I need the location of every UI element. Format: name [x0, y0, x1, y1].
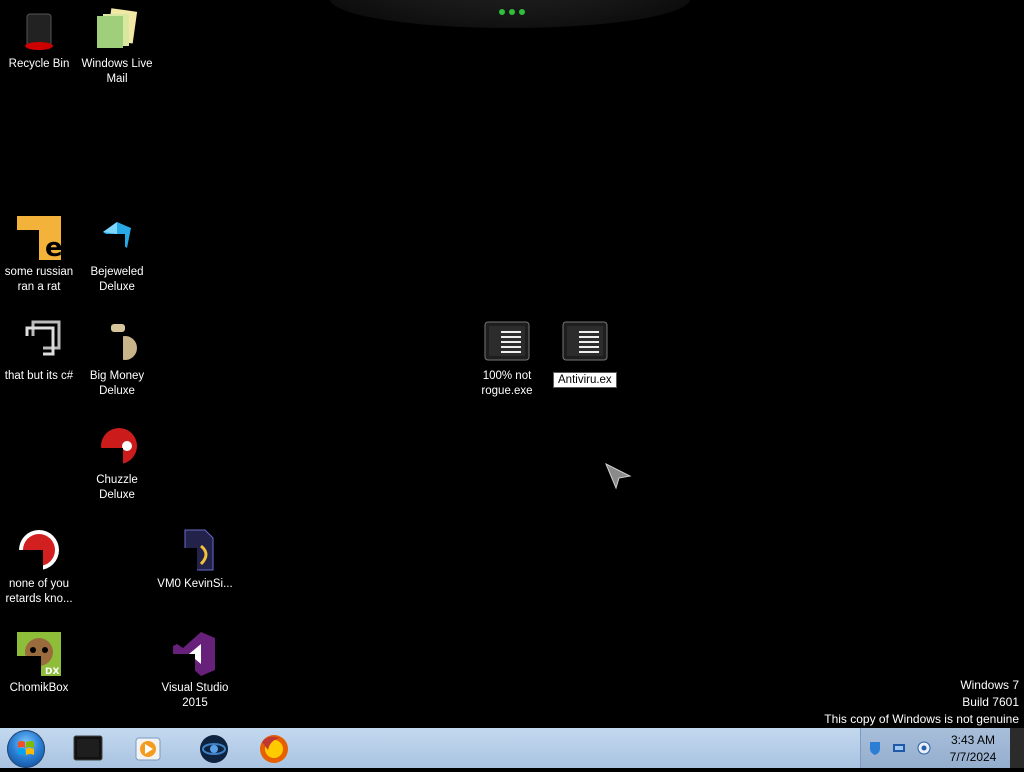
- network-tray-icon[interactable]: [891, 740, 907, 756]
- desktop-icon-big-money-deluxe[interactable]: Big Money Deluxe: [78, 312, 156, 399]
- desktop-icon-label: that but its c#: [4, 370, 74, 382]
- volume-tray-icon[interactable]: [916, 740, 932, 756]
- desktop-icon-visual-studio-2015[interactable]: Visual Studio 2015: [156, 624, 234, 711]
- mail-icon: [93, 6, 141, 54]
- desktop-icon-label: Chuzzle Deluxe: [96, 474, 138, 501]
- windows-icon: [15, 318, 63, 366]
- desktop-icon-label: Visual Studio 2015: [161, 682, 229, 709]
- file-icon: [171, 526, 219, 574]
- desktop-icon-label: ChomikBox: [9, 682, 69, 694]
- desktop-icon-chomikbox[interactable]: DX ChomikBox: [0, 624, 78, 696]
- desktop-icon-100-not-rogue[interactable]: 100% not rogue.exe: [468, 312, 546, 399]
- rename-input[interactable]: [553, 372, 617, 388]
- watermark-os: Windows 7: [960, 678, 1019, 692]
- desktop-icon-label: none of you retards kno...: [5, 578, 73, 605]
- desktop-icon-bejeweled-deluxe[interactable]: Bejeweled Deluxe: [78, 208, 156, 295]
- taskbar-button-app[interactable]: [188, 730, 238, 767]
- gem-icon: [93, 214, 141, 262]
- desktop-icon-label: Big Money Deluxe: [89, 370, 145, 397]
- chuzzle-icon: [93, 422, 141, 470]
- clock-time: 3:43 AM: [950, 733, 996, 747]
- desktop-icon-label: Recycle Bin: [8, 58, 70, 70]
- desktop-icon-antivirus[interactable]: [546, 312, 624, 388]
- windows-watermark: Windows 7 Build 7601 This copy of Window…: [824, 677, 1019, 728]
- mouse-cursor-icon: [604, 462, 632, 490]
- desktop[interactable]: Recycle Bin Windows Live Mail e some rus…: [0, 0, 1024, 728]
- visual-studio-icon: [171, 630, 219, 678]
- money-icon: [93, 318, 141, 366]
- watermark-build: Build 7601: [962, 695, 1019, 709]
- desktop-icon-none-of-you[interactable]: none of you retards kno...: [0, 520, 78, 607]
- taskbar-button-explorer[interactable]: [62, 730, 112, 767]
- desktop-icon-label: Windows Live Mail: [81, 58, 153, 85]
- desktop-icon-windows-live-mail[interactable]: Windows Live Mail: [78, 0, 156, 87]
- watermark-genuine: This copy of Windows is not genuine: [824, 712, 1019, 726]
- desktop-icon-chuzzle-deluxe[interactable]: Chuzzle Deluxe: [78, 416, 156, 503]
- taskbar-button-firefox[interactable]: [248, 730, 298, 767]
- svg-text:DX: DX: [45, 667, 59, 677]
- taskbar-button-media-player[interactable]: [122, 730, 172, 767]
- window-icon: [73, 735, 103, 761]
- desktop-icon-some-russian-ran-a-rat[interactable]: e some russian ran a rat: [0, 208, 78, 295]
- security-tray-icon[interactable]: [867, 740, 883, 756]
- clock-date: 7/7/2024: [949, 750, 997, 764]
- svg-text:e: e: [45, 233, 63, 262]
- desktop-icon-label: VM0 KevinSi...: [157, 578, 233, 590]
- windows-logo-icon: [18, 741, 34, 755]
- wallpaper-led: [497, 7, 527, 17]
- hamster-icon: DX: [15, 630, 63, 678]
- desktop-icon-that-but-its-csharp[interactable]: that but its c#: [0, 312, 78, 384]
- media-player-icon: [135, 737, 161, 761]
- exe-icon: [561, 318, 609, 366]
- start-button[interactable]: [7, 730, 45, 768]
- desktop-icon-vm0[interactable]: VM0 KevinSi...: [156, 520, 234, 592]
- desktop-icon-label: some russian ran a rat: [4, 266, 74, 293]
- show-desktop-button[interactable]: [1010, 728, 1024, 768]
- desktop-icon-recycle-bin[interactable]: Recycle Bin: [0, 0, 78, 72]
- recycle-bin-icon: [15, 6, 63, 54]
- globe-icon: [200, 735, 228, 763]
- desktop-icon-label: Bejeweled Deluxe: [90, 266, 144, 293]
- taskbar-clock[interactable]: 3:43 AM 7/7/2024: [940, 732, 1006, 766]
- program-icon: e: [15, 214, 63, 263]
- exe-icon: [483, 318, 531, 366]
- desktop-icon-label: 100% not rogue.exe: [481, 370, 533, 397]
- circle-icon: [15, 526, 63, 574]
- firefox-icon: [260, 735, 288, 763]
